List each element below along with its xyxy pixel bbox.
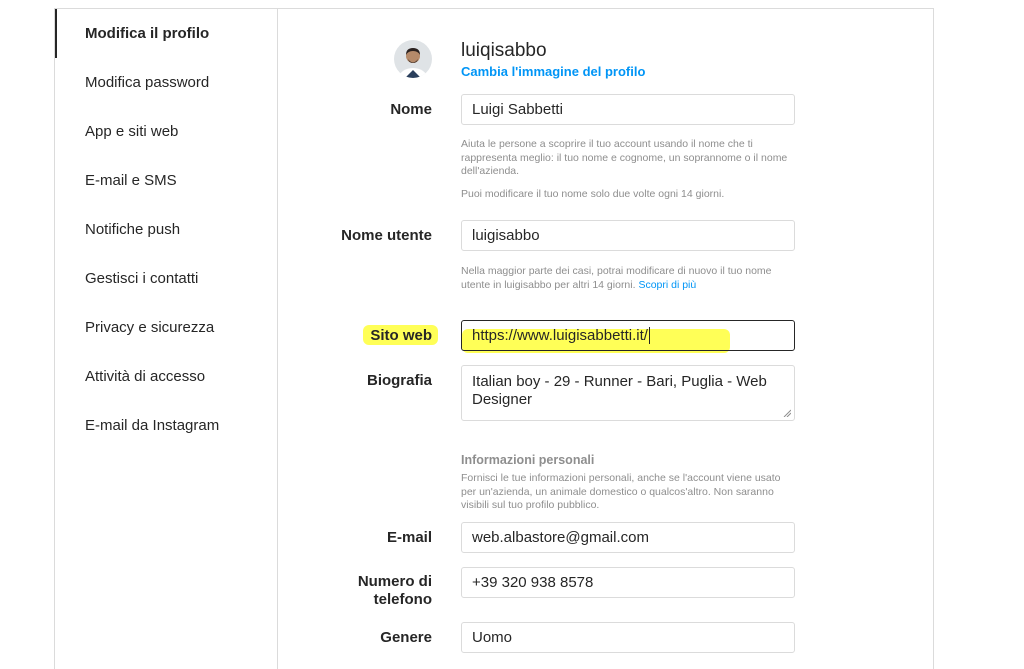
username-label: Nome utente (341, 227, 432, 244)
profile-username: luiqisabbo (461, 40, 547, 61)
bio-label: Biografia (366, 372, 432, 389)
username-help-text: Nella maggior parte dei casi, potrai mod… (461, 265, 795, 292)
avatar[interactable] (394, 40, 432, 78)
bio-value: Italian boy - 29 - Runner - Bari, Puglia… (472, 373, 767, 408)
gender-label: Genere (380, 629, 432, 646)
sidebar-item-manage-contacts[interactable]: Gestisci i contatti (55, 254, 277, 303)
bio-textarea[interactable]: Italian boy - 29 - Runner - Bari, Puglia… (461, 365, 795, 421)
phone-input[interactable]: +39 320 938 8578 (461, 567, 795, 598)
gender-input[interactable]: Uomo (461, 622, 795, 653)
sidebar-item-push-notifications[interactable]: Notifiche push (55, 205, 277, 254)
email-label: E-mail (386, 529, 432, 546)
text-cursor (648, 327, 650, 344)
personal-info-title: Informazioni personali (461, 453, 595, 467)
settings-card: Modifica il profilo Modifica password Ap… (54, 8, 934, 669)
sidebar-item-login-activity[interactable]: Attività di accesso (55, 352, 277, 401)
website-label: Sito web (370, 327, 432, 344)
name-input[interactable]: Luigi Sabbetti (461, 94, 795, 125)
sidebar-item-change-password[interactable]: Modifica password (55, 58, 277, 107)
sidebar-item-edit-profile[interactable]: Modifica il profilo (55, 9, 277, 58)
website-value: https://www.luigisabbetti.it/ (472, 327, 648, 344)
sidebar-item-email-sms[interactable]: E-mail e SMS (55, 156, 277, 205)
resize-handle-icon[interactable] (783, 409, 791, 417)
name-help-text: Aiuta le persone a scoprire il tuo accou… (461, 138, 788, 177)
edit-profile-form: luiqisabbo Cambia l'immagine del profilo… (278, 9, 934, 669)
change-profile-photo-link[interactable]: Cambia l'immagine del profilo (461, 64, 645, 79)
avatar-photo (394, 40, 432, 78)
website-input[interactable]: https://www.luigisabbetti.it/ (461, 320, 795, 351)
name-label: Nome (390, 101, 432, 118)
email-input[interactable]: web.albastore@gmail.com (461, 522, 795, 553)
settings-sidebar: Modifica il profilo Modifica password Ap… (55, 9, 278, 669)
sidebar-item-emails-from-instagram[interactable]: E-mail da Instagram (55, 401, 277, 450)
phone-label: Numero di telefono (278, 573, 432, 609)
username-input[interactable]: luigisabbo (461, 220, 795, 251)
username-help-body: Nella maggior parte dei casi, potrai mod… (461, 265, 772, 291)
learn-more-link[interactable]: Scopri di più (638, 279, 696, 291)
phone-label-line1: Numero di (357, 573, 432, 590)
sidebar-item-privacy-security[interactable]: Privacy e sicurezza (55, 303, 277, 352)
name-change-limit-text: Puoi modificare il tuo nome solo due vol… (461, 188, 725, 200)
phone-label-line2: telefono (373, 591, 432, 608)
sidebar-item-apps-websites[interactable]: App e siti web (55, 107, 277, 156)
personal-info-help-text: Fornisci le tue informazioni personali, … (461, 472, 781, 511)
